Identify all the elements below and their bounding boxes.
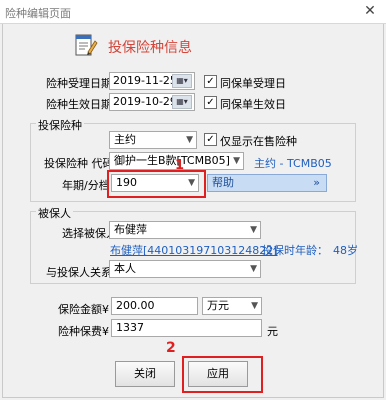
double-chevron-down-icon: » bbox=[313, 176, 320, 189]
only-on-sale-label: 仅显示在售险种 bbox=[220, 135, 297, 148]
close-icon[interactable]: ✕ bbox=[360, 2, 380, 20]
relation-select[interactable]: 本人 ▼ bbox=[109, 260, 261, 278]
header-title: 投保险种信息 bbox=[108, 40, 192, 56]
product-code-label: 投保险种 代码 bbox=[44, 157, 114, 170]
close-button[interactable]: 关闭 bbox=[115, 361, 175, 387]
relation-value: 本人 bbox=[114, 262, 136, 275]
same-accept-date-checkbox[interactable]: ✓ bbox=[204, 75, 217, 88]
calendar-icon[interactable]: ▦▾ bbox=[172, 95, 192, 109]
highlight-box-term bbox=[107, 170, 206, 198]
same-effective-date-label: 同保单生效日 bbox=[220, 98, 286, 111]
insured-age-label: 投保时年龄： bbox=[262, 244, 328, 257]
accept-date-picker[interactable]: 2019-11-25 ▦▾ bbox=[109, 72, 195, 90]
window-title: 险种编辑页面 bbox=[5, 7, 71, 20]
insured-id-link[interactable]: 布健萍[440103197103124822] bbox=[110, 242, 278, 258]
product-code-value: 御护一生B款[TCMB05] bbox=[114, 154, 230, 167]
sum-unit-select[interactable]: 万元 ▼ bbox=[202, 297, 262, 315]
insured-value: 布健萍 bbox=[114, 223, 147, 236]
sum-unit-value: 万元 bbox=[207, 299, 229, 312]
relation-label: 与投保人关系 bbox=[46, 266, 112, 279]
chevron-down-icon: ▼ bbox=[233, 156, 240, 166]
same-effective-date-checkbox[interactable]: ✓ bbox=[204, 96, 217, 109]
sum-insured-input[interactable]: 200.00 bbox=[111, 297, 198, 315]
same-accept-date-label: 同保单受理日 bbox=[220, 77, 286, 90]
effective-date-value: 2019-10-29 bbox=[113, 95, 177, 108]
chevron-down-icon: ▼ bbox=[250, 225, 257, 235]
insured-select[interactable]: 布健萍 ▼ bbox=[109, 221, 261, 239]
main-rider-select[interactable]: 主约 ▼ bbox=[109, 131, 197, 149]
annotation-mark-2: 2 bbox=[166, 340, 176, 356]
help-label: 帮助 bbox=[212, 176, 234, 189]
window-titlebar: 险种编辑页面 ✕ bbox=[0, 0, 386, 24]
chevron-down-icon: ▼ bbox=[250, 264, 257, 274]
insured-age-value: 48岁 bbox=[333, 244, 358, 257]
highlight-box-apply bbox=[182, 356, 263, 393]
insured-person-group-title: 被保人 bbox=[36, 205, 73, 221]
effective-date-picker[interactable]: 2019-10-29 ▦▾ bbox=[109, 93, 195, 111]
annotation-mark-1: 1 bbox=[175, 158, 185, 173]
term-label: 年期/分档 bbox=[62, 179, 110, 192]
premium-label: 险种保费¥ bbox=[58, 325, 109, 338]
only-on-sale-checkbox[interactable]: ✓ bbox=[204, 133, 217, 146]
accept-date-value: 2019-11-25 bbox=[113, 74, 177, 87]
sum-insured-label: 保险金额¥ bbox=[58, 303, 109, 316]
chevron-down-icon: ▼ bbox=[186, 135, 193, 145]
effective-date-label: 险种生效日期 bbox=[46, 98, 112, 111]
main-rider-value: 主约 bbox=[114, 133, 136, 146]
calendar-icon[interactable]: ▦▾ bbox=[172, 74, 192, 88]
product-code-link[interactable]: 主约 - TCMB05 bbox=[254, 155, 332, 171]
notepad-pencil-icon bbox=[75, 34, 98, 56]
premium-unit-label: 元 bbox=[267, 325, 278, 338]
help-dropdown[interactable]: 帮助 » bbox=[207, 174, 327, 192]
accept-date-label: 险种受理日期 bbox=[46, 77, 112, 90]
premium-input[interactable]: 1337 bbox=[111, 319, 262, 337]
insured-product-group-title: 投保险种 bbox=[36, 117, 84, 133]
chevron-down-icon: ▼ bbox=[251, 301, 258, 311]
